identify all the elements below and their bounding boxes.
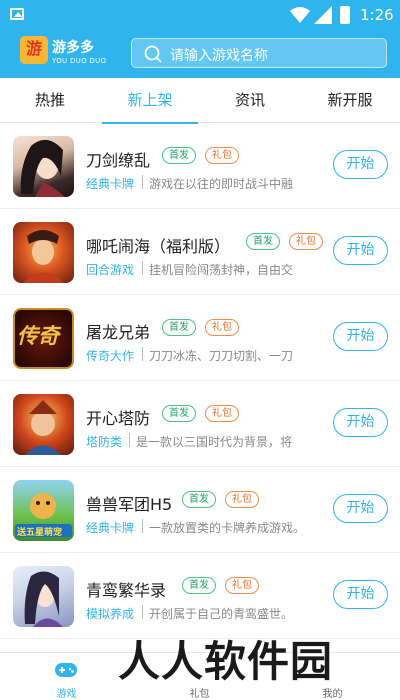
- game-icon: [13, 566, 74, 627]
- search-icon: [144, 45, 162, 63]
- game-title: 屠龙兄弟: [86, 323, 151, 342]
- game-category: 回合游戏: [86, 263, 135, 277]
- tag-gift-pack: 礼包: [225, 491, 259, 508]
- game-icon: [13, 222, 74, 283]
- game-icon-text: 送五星萌宠: [17, 528, 63, 538]
- game-description: 挂机冒险闯荡封神，自由交: [149, 263, 294, 277]
- game-tags: 首发 礼包: [162, 319, 239, 336]
- app-name-en: YOU DUO DUO: [52, 57, 107, 65]
- game-category: 模拟养成: [86, 607, 135, 621]
- search-placeholder: 请输入游戏名称: [170, 48, 268, 64]
- game-description: 是一款以三国时代为背景，将: [136, 435, 293, 449]
- start-button[interactable]: 开始: [333, 236, 388, 265]
- game-icon: 传奇: [13, 308, 74, 369]
- tag-first-release: 首发: [162, 147, 196, 164]
- tag-gift-pack: 礼包: [225, 577, 259, 594]
- game-icon-text: 传奇: [17, 324, 59, 348]
- wifi-icon: [290, 7, 310, 23]
- nav-games[interactable]: 游戏: [0, 653, 133, 700]
- battery-icon: [340, 6, 350, 24]
- game-description: 一款放置类的卡牌养成游戏。: [149, 521, 306, 535]
- separator: [142, 605, 143, 619]
- start-button[interactable]: 开始: [333, 580, 388, 609]
- separator: [142, 175, 143, 189]
- separator: [142, 347, 143, 361]
- tab-new-server[interactable]: 新开服: [300, 78, 400, 123]
- tag-first-release: 首发: [162, 319, 196, 336]
- list-item[interactable]: 送五星萌宠 兽兽军团H5 首发 礼包 经典卡牌 一款放置类的卡牌养成游戏。 开始: [0, 467, 400, 553]
- gamepad-icon: [55, 663, 77, 677]
- game-tags: 首发 礼包: [162, 405, 239, 422]
- game-description: 开创属于自己的青鸾盛世。: [149, 607, 294, 621]
- tag-gift-pack: 礼包: [205, 405, 239, 422]
- start-button[interactable]: 开始: [333, 150, 388, 179]
- tag-first-release: 首发: [162, 405, 196, 422]
- tag-first-release: 首发: [246, 233, 280, 250]
- category-tabs: 热推 新上架 资讯 新开服: [0, 78, 400, 124]
- start-button[interactable]: 开始: [333, 322, 388, 351]
- game-tags: 首发 礼包: [162, 147, 239, 164]
- tab-hot[interactable]: 热推: [0, 78, 100, 123]
- game-tags: 首发 礼包: [246, 233, 323, 250]
- tag-gift-pack: 礼包: [289, 233, 323, 250]
- game-title: 兽兽军团H5: [86, 495, 173, 514]
- game-title: 青鸾繁华录: [86, 581, 167, 600]
- search-box[interactable]: 请输入游戏名称: [131, 38, 387, 68]
- tag-first-release: 首发: [182, 577, 216, 594]
- separator: [142, 261, 143, 275]
- game-icon: [13, 136, 74, 197]
- list-item[interactable]: 青鸾繁华录 首发 礼包 模拟养成 开创属于自己的青鸾盛世。 开始: [0, 553, 400, 639]
- gallery-icon: [10, 8, 24, 20]
- separator: [129, 433, 130, 447]
- app-name: 游多多: [52, 40, 94, 56]
- app-header: 游 游多多 YOU DUO DUO 请输入游戏名称: [0, 30, 400, 78]
- game-tags: 首发 礼包: [182, 491, 259, 508]
- start-button[interactable]: 开始: [333, 408, 388, 437]
- tag-first-release: 首发: [182, 491, 216, 508]
- game-category: 传奇大作: [86, 349, 135, 363]
- list-item[interactable]: 传奇 屠龙兄弟 首发 礼包 传奇大作 刀刀冰冻、刀刀切割、一刀 开始: [0, 295, 400, 381]
- separator: [142, 519, 143, 533]
- game-category: 经典卡牌: [86, 521, 135, 535]
- start-button[interactable]: 开始: [333, 494, 388, 523]
- tab-new-release[interactable]: 新上架: [100, 78, 200, 124]
- game-category: 塔防类: [86, 435, 123, 449]
- game-category: 经典卡牌: [86, 177, 135, 191]
- watermark: 人人软件园: [118, 637, 334, 686]
- status-bar: 1:26: [0, 0, 400, 30]
- tag-gift-pack: 礼包: [205, 147, 239, 164]
- status-time: 1:26: [360, 6, 394, 24]
- nav-label: 游戏: [56, 689, 77, 700]
- list-item[interactable]: 刀剑缭乱 首发 礼包 经典卡牌 游戏在以往的即时战斗中融 开始: [0, 123, 400, 209]
- app-logo: 游: [20, 36, 48, 64]
- list-item[interactable]: 开心塔防 首发 礼包 塔防类 是一款以三国时代为背景，将 开始: [0, 381, 400, 467]
- game-description: 刀刀冰冻、刀刀切割、一刀: [149, 349, 294, 363]
- game-icon: [13, 394, 74, 455]
- game-title: 开心塔防: [86, 409, 151, 428]
- tag-gift-pack: 礼包: [205, 319, 239, 336]
- signal-icon: [314, 6, 332, 24]
- tab-news[interactable]: 资讯: [200, 78, 300, 123]
- list-item[interactable]: 哪吒闹海（福利版） 首发 礼包 回合游戏 挂机冒险闯荡封神，自由交 开始: [0, 209, 400, 295]
- game-title: 哪吒闹海（福利版）: [86, 237, 231, 256]
- game-tags: 首发 礼包: [182, 577, 259, 594]
- game-description: 游戏在以往的即时战斗中融: [149, 177, 294, 191]
- game-title: 刀剑缭乱: [86, 151, 151, 170]
- game-list: 刀剑缭乱 首发 礼包 经典卡牌 游戏在以往的即时战斗中融 开始 哪吒闹海（福利版…: [0, 123, 400, 639]
- game-icon: 送五星萌宠: [13, 480, 74, 541]
